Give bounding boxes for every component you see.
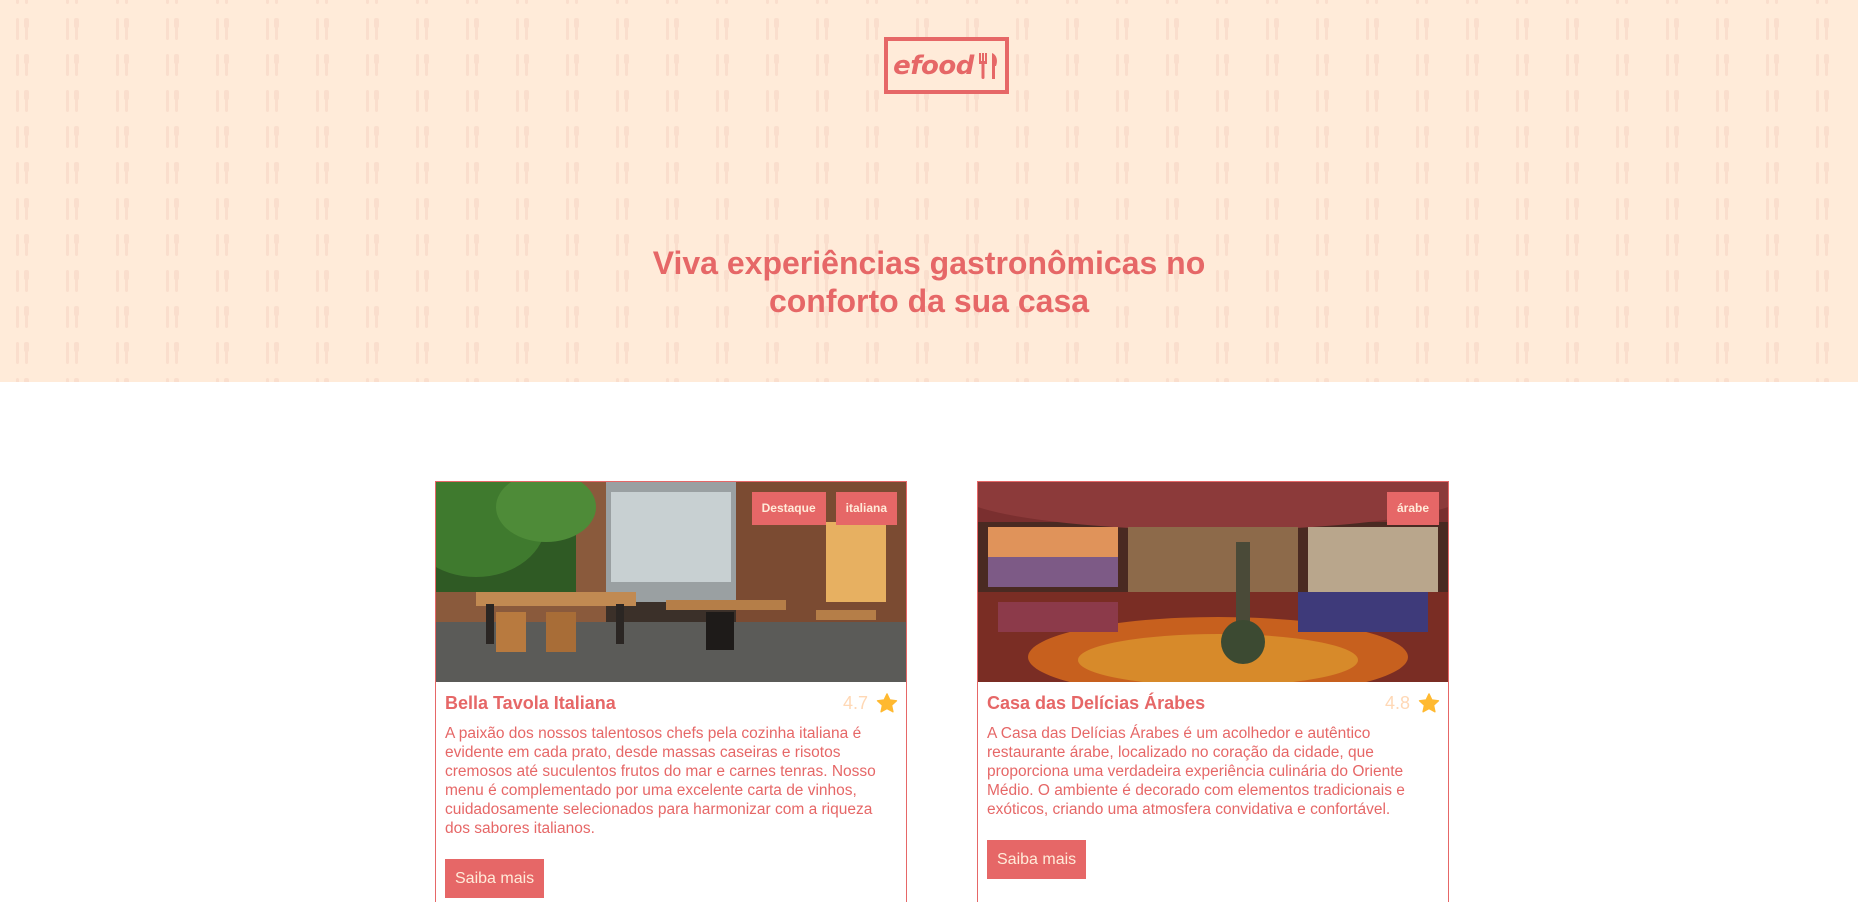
restaurant-image: árabe <box>978 482 1448 682</box>
card-header: Bella Tavola Italiana 4.7 <box>445 690 898 716</box>
rating-value: 4.7 <box>842 692 868 713</box>
tag-category: árabe <box>1386 492 1439 525</box>
saiba-mais-button[interactable]: Saiba mais <box>445 859 545 898</box>
efood-logo[interactable]: efood <box>884 37 1009 94</box>
hero-headline: Viva experiências gastronômicas no confo… <box>652 245 1206 319</box>
tag-destaque: Destaque <box>751 492 826 525</box>
restaurant-name: Casa das Delícias Árabes <box>987 692 1206 713</box>
logo-text: efood <box>893 50 974 81</box>
restaurant-image: Destaque italiana <box>436 482 906 682</box>
saiba-mais-button[interactable]: Saiba mais <box>987 840 1087 879</box>
restaurant-description: A Casa das Delícias Árabes é um acolhedo… <box>987 725 1405 818</box>
restaurant-description: A paixão dos nossos talentosos chefs pel… <box>445 725 876 837</box>
rating: 4.7 <box>843 693 898 714</box>
star-icon <box>876 692 898 712</box>
card-header: Casa das Delícias Árabes 4.8 <box>987 690 1440 716</box>
rating-value: 4.8 <box>1384 692 1410 713</box>
tag-list: árabe <box>1386 492 1439 525</box>
cutlery-icon <box>978 52 997 79</box>
restaurant-name: Bella Tavola Italiana <box>445 692 616 713</box>
star-icon <box>1418 692 1440 712</box>
tag-list: Destaque italiana <box>751 492 897 525</box>
restaurant-card: Destaque italiana Bella Tavola Italiana … <box>435 481 907 902</box>
hero-header: efood Viva experiências gastronômicas no… <box>0 0 1858 382</box>
rating: 4.8 <box>1385 693 1440 714</box>
tag-category: italiana <box>835 492 897 525</box>
restaurant-card: árabe Casa das Delícias Árabes 4.8 A Cas… <box>977 481 1449 902</box>
